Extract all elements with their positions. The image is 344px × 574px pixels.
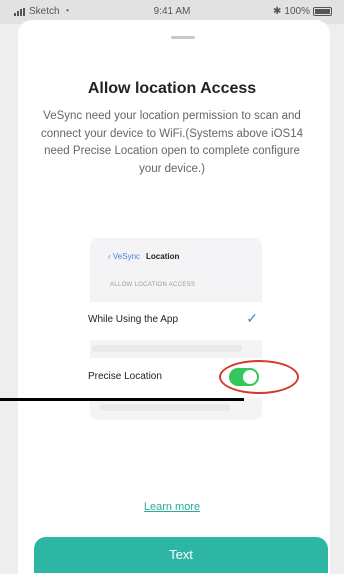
dialog-description: VeSync need your location permission to … <box>40 110 304 175</box>
precise-location-label: Precise Location <box>88 371 162 382</box>
battery-icon <box>313 7 332 16</box>
illustration-section-header: ALLOW LOCATION ACCESS <box>110 282 196 288</box>
battery-percent: 100% <box>284 6 310 17</box>
illustration-back: ‹ VeSync <box>108 252 141 261</box>
primary-action-button[interactable]: Text <box>34 537 328 573</box>
sheet-drag-handle[interactable] <box>171 36 195 39</box>
illustration-nav: ‹ VeSync Location <box>108 252 179 261</box>
while-using-app-label: While Using the App <box>88 314 179 325</box>
highlight-ellipse <box>219 360 299 394</box>
status-right: ✱ 100% <box>273 6 332 17</box>
illustration-placeholder-line <box>92 345 242 352</box>
checkmark-icon: ✓ <box>246 310 258 326</box>
illustration-placeholder-line <box>100 404 230 411</box>
illustration-nav-title: Location <box>146 252 180 261</box>
illustration-back-label: VeSync <box>112 252 141 261</box>
learn-more-link[interactable]: Learn more <box>0 501 344 513</box>
dialog-title: Allow location Access <box>87 80 257 97</box>
bluetooth-icon: ✱ <box>273 6 282 17</box>
while-using-app-row: While Using the App ✓ <box>78 302 268 340</box>
pointer-line <box>0 398 244 401</box>
